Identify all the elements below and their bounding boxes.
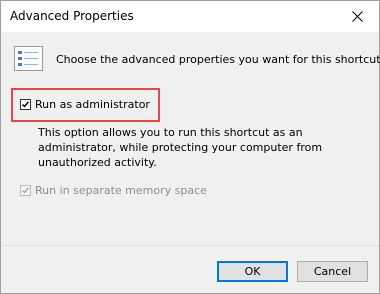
advanced-properties-dialog: Advanced Properties Choose the advanced …	[0, 0, 380, 294]
run-as-admin-option[interactable]: Run as administrator	[20, 98, 150, 111]
window-title: Advanced Properties	[10, 9, 134, 23]
checkmark-icon	[22, 187, 30, 194]
footer-divider	[1, 245, 379, 246]
run-as-admin-label[interactable]: Run as administrator	[35, 98, 150, 111]
separate-memory-label: Run in separate memory space	[35, 184, 207, 197]
run-as-admin-checkbox[interactable]	[20, 99, 31, 110]
separate-memory-option: Run in separate memory space	[20, 184, 207, 197]
separate-memory-checkbox	[20, 185, 31, 196]
property-sheet-icon	[14, 46, 44, 75]
cancel-button[interactable]: Cancel	[297, 261, 368, 282]
checkmark-icon	[22, 101, 30, 108]
title-bar: Advanced Properties	[1, 1, 379, 32]
close-icon	[351, 11, 363, 22]
header-text: Choose the advanced properties you want …	[56, 53, 380, 66]
admin-description: This option allows you to run this short…	[38, 126, 323, 169]
close-button[interactable]	[335, 1, 379, 32]
ok-button[interactable]: OK	[217, 261, 288, 282]
